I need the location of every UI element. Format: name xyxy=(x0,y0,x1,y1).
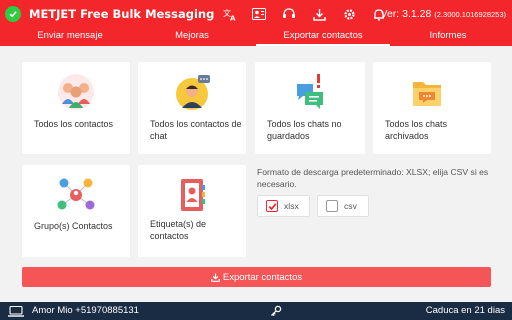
card-todos-los-contactos-de-chat[interactable]: Todos los contactos de chat xyxy=(138,62,246,154)
download-icon[interactable] xyxy=(304,0,334,28)
svg-text:A: A xyxy=(230,14,236,21)
device-icon xyxy=(8,306,24,317)
card-label: Todos los chats no guardados xyxy=(267,119,342,141)
check-icon xyxy=(268,202,276,210)
version-build: (2.3000.1016928253) xyxy=(434,10,506,19)
card-todos-los-chats-archivados[interactable]: Todos los chats archivados xyxy=(373,62,491,154)
key-icon[interactable] xyxy=(270,305,282,317)
csv-checkbox[interactable] xyxy=(326,200,338,212)
contacts-group-icon xyxy=(58,74,94,110)
account-user: Amor Mio +51970885131 xyxy=(32,305,139,316)
csv-label: csv xyxy=(344,201,357,211)
header-toolbar: 文A xyxy=(214,0,394,28)
app-logo-icon xyxy=(5,6,21,22)
format-option-xlsx[interactable]: xlsx xyxy=(257,195,310,217)
xlsx-label: xlsx xyxy=(284,201,299,211)
address-book-icon xyxy=(181,179,205,211)
tab-exportar-contactos[interactable]: Exportar contactos xyxy=(256,28,390,46)
export-contacts-button[interactable]: Exportar contactos xyxy=(22,267,491,287)
xlsx-checkbox[interactable] xyxy=(266,200,278,212)
card-todos-los-chats-no-guardados[interactable]: Todos los chats no guardados xyxy=(255,62,365,154)
card-etiquetas-de-contactos[interactable]: Etiqueta(s) de contactos xyxy=(138,165,246,257)
header-bar: METJET Free Bulk Messaging 文A Ver: 3.1.2… xyxy=(0,0,512,28)
card-label: Grupo(s) Contactos xyxy=(34,221,113,231)
main-tabs: Enviar mensaje Mejoras Exportar contacto… xyxy=(0,28,512,46)
support-icon[interactable] xyxy=(274,0,304,28)
card-label: Etiqueta(s) de contactos xyxy=(150,219,207,241)
unsaved-chats-icon xyxy=(297,74,323,109)
download-format-description: Formato de descarga predeterminado: XLSX… xyxy=(257,167,489,189)
tab-enviar-mensaje[interactable]: Enviar mensaje xyxy=(30,28,110,46)
settings-icon[interactable] xyxy=(334,0,364,28)
chat-contact-icon xyxy=(176,75,210,110)
version-number: Ver: 3.1.28 xyxy=(380,8,432,20)
archived-chats-icon xyxy=(413,82,441,106)
tab-mejoras[interactable]: Mejoras xyxy=(166,28,218,46)
card-todos-los-contactos[interactable]: Todos los contactos xyxy=(22,62,130,154)
app-title: METJET Free Bulk Messaging xyxy=(29,7,215,21)
download-icon xyxy=(211,273,220,282)
card-label: Todos los chats archivados xyxy=(385,119,448,141)
contacts-icon[interactable] xyxy=(244,0,274,28)
footer-bar: Amor Mio +51970885131 Caduca en 21 dias xyxy=(0,302,512,320)
card-label: Todos los contactos xyxy=(34,119,114,129)
group-network-icon xyxy=(57,178,95,210)
translate-icon[interactable]: 文A xyxy=(214,0,244,28)
format-option-csv[interactable]: csv xyxy=(317,195,369,217)
export-button-label: Exportar contactos xyxy=(222,271,303,283)
card-label: Todos los contactos de chat xyxy=(150,119,242,141)
version-label: Ver: 3.1.28 (2.3000.1016928253) xyxy=(381,8,506,20)
expiry-status: Caduca en 21 dias xyxy=(425,305,505,316)
card-grupos-contactos[interactable]: Grupo(s) Contactos xyxy=(22,165,130,257)
tab-informes[interactable]: Informes xyxy=(426,28,470,46)
